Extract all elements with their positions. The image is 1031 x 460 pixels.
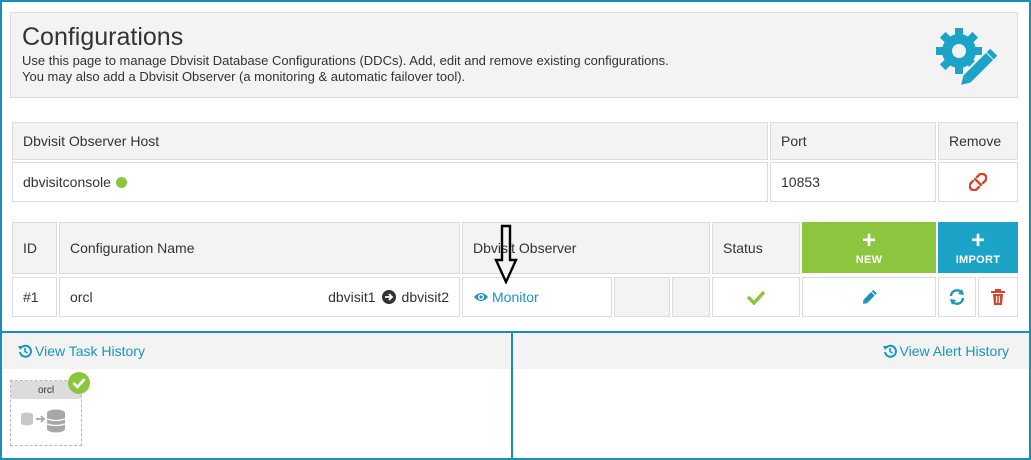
refresh-configuration-button[interactable] [938, 277, 976, 317]
task-history-bar: View Task History [2, 333, 511, 369]
observer-empty-cell-2 [672, 277, 710, 317]
col-observer-host: Dbvisit Observer Host [12, 122, 768, 160]
trash-icon [991, 289, 1005, 305]
arrow-circle-right-icon [381, 290, 396, 304]
plus-icon: + [861, 226, 876, 254]
database-transfer-icon [21, 409, 66, 433]
remove-observer-button[interactable] [938, 162, 1018, 202]
history-icon [882, 344, 897, 358]
col-remove: Remove [938, 122, 1018, 160]
primary-host: dbvisit1 [328, 289, 376, 305]
config-hosts: dbvisit1 dbvisit2 [328, 289, 449, 305]
config-id-cell: #1 [12, 277, 57, 317]
config-name: orcl [70, 289, 93, 305]
observer-port-cell: 10853 [770, 162, 936, 202]
refresh-icon [949, 289, 965, 305]
alert-history-panel: View Alert History [513, 331, 1029, 458]
delete-configuration-button[interactable] [978, 277, 1018, 317]
import-button-label: IMPORT [955, 253, 1001, 266]
col-port: Port [770, 122, 936, 160]
task-history-label: View Task History [35, 343, 145, 359]
alert-history-label: View Alert History [899, 343, 1009, 359]
annotation-arrow-icon [494, 224, 518, 284]
col-id: ID [12, 222, 57, 274]
unlink-icon [969, 173, 987, 191]
description-line-1: Use this page to manage Dbvisit Database… [22, 53, 669, 68]
view-alert-history-link[interactable]: View Alert History [882, 343, 1009, 359]
check-icon [746, 290, 766, 305]
config-name-cell: orcl dbvisit1 dbvisit2 [59, 277, 460, 317]
online-status-dot [115, 176, 127, 188]
config-status-cell [712, 277, 800, 317]
observer-host-name: dbvisitconsole [23, 174, 111, 190]
history-icon [18, 344, 32, 358]
import-configuration-button[interactable]: + IMPORT [938, 222, 1018, 273]
pencil-icon [862, 289, 877, 304]
config-id: #1 [23, 289, 39, 305]
new-button-label: NEW [855, 253, 883, 266]
alert-history-bar: View Alert History [513, 333, 1029, 369]
view-task-history-link[interactable]: View Task History [18, 343, 145, 359]
observer-port: 10853 [781, 174, 820, 190]
col-status: Status [712, 222, 800, 274]
plus-icon: + [970, 226, 985, 254]
page-header: Configurations Use this page to manage D… [10, 12, 1018, 98]
edit-configuration-button[interactable] [802, 277, 936, 317]
description-line-2: You may also add a Dbvisit Observer (a m… [22, 69, 466, 84]
task-success-check-icon [68, 372, 90, 394]
eye-icon [474, 293, 488, 301]
col-configuration-name: Configuration Name [59, 222, 460, 274]
observer-host-cell: dbvisitconsole [12, 162, 768, 202]
gear-pencil-icon [936, 28, 998, 87]
standby-host: dbvisit2 [401, 289, 449, 305]
monitor-link[interactable]: Monitor [462, 277, 612, 317]
new-configuration-button[interactable]: + NEW [802, 222, 936, 273]
observer-empty-cell-1 [614, 277, 670, 317]
page-description: Use this page to manage Dbvisit Database… [22, 53, 669, 85]
page-title: Configurations [22, 23, 184, 51]
monitor-label: Monitor [492, 289, 539, 305]
